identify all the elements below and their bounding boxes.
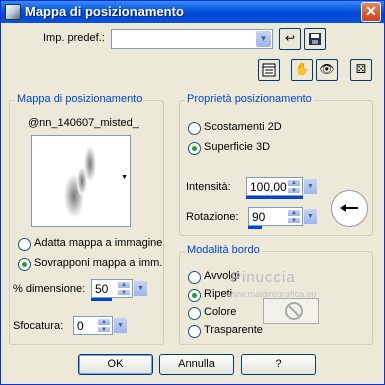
watermark-url: www.maidiregrafica.eu	[226, 289, 317, 299]
dialog-window: Mappa di posizionamento ✕ Imp. predef.: …	[0, 0, 385, 385]
chevron-down-icon[interactable]: ▼	[304, 179, 317, 194]
offset-2d-label[interactable]: Scostamenti 2D	[204, 121, 282, 133]
ok-button[interactable]: OK	[78, 354, 153, 375]
map-name: @nn_140607_misted_	[28, 117, 139, 129]
surface-3d-label[interactable]: Superficie 3D	[204, 141, 270, 153]
chevron-down-icon[interactable]: ▼	[256, 31, 271, 47]
dimension-slider[interactable]	[91, 298, 112, 301]
repeat-radio[interactable]	[188, 289, 201, 302]
dimension-updown[interactable]: ▲ ▼	[117, 281, 131, 296]
offset-2d-radio[interactable]	[188, 122, 201, 135]
rotation-updown[interactable]: ▲ ▼	[287, 209, 301, 224]
preset-combo[interactable]: ▼	[111, 29, 273, 49]
blur-label: Sfocatura:	[13, 320, 64, 332]
map-dropdown-icon[interactable]: ▼	[121, 174, 128, 181]
app-icon	[5, 4, 21, 20]
no-color-icon	[285, 302, 303, 320]
rotation-spinner[interactable]: 90 ▲ ▼ ▼	[248, 207, 317, 226]
intensity-updown[interactable]: ▲ ▼	[287, 179, 301, 194]
help-button[interactable]: ?	[241, 354, 316, 375]
blur-spinner[interactable]: 0 ▲ ▼ ▼	[73, 316, 127, 335]
hand-view-icon[interactable]: ✋	[291, 59, 313, 81]
fit-map-label[interactable]: Adatta mappa a immagine	[34, 237, 162, 249]
intensity-value: 100,00	[250, 180, 287, 194]
watermark-name: Pinuccia	[231, 269, 296, 286]
rotation-slider[interactable]	[248, 226, 262, 229]
dimension-label: % dimensione:	[13, 283, 86, 295]
intensity-label: Intensità:	[186, 181, 231, 193]
dimension-spinner[interactable]: 50 ▲ ▼ ▼	[91, 279, 147, 298]
save-icon[interactable]	[304, 28, 326, 50]
blur-value: 0	[77, 319, 84, 333]
rotation-label: Rotazione:	[186, 211, 239, 223]
blur-updown[interactable]: ▲ ▼	[97, 318, 111, 333]
arrow-left-icon	[340, 204, 358, 212]
close-button[interactable]: ✕	[361, 2, 381, 22]
chevron-down-icon[interactable]: ▼	[304, 209, 317, 224]
tile-map-radio[interactable]	[18, 258, 31, 271]
edge-group-title: Modalità bordo	[185, 244, 262, 256]
wrap-radio[interactable]	[188, 271, 201, 284]
map-group-title: Mappa di posizionamento	[15, 93, 145, 105]
fit-map-radio[interactable]	[18, 238, 31, 251]
dimension-value: 50	[95, 282, 109, 296]
edge-color-swatch[interactable]	[263, 298, 319, 324]
chevron-down-icon[interactable]: ▼	[134, 281, 147, 296]
window-title: Mappa di posizionamento	[25, 4, 184, 19]
reset-arrow-icon[interactable]: ↩	[279, 28, 301, 50]
transparent-label[interactable]: Trasparente	[204, 324, 263, 336]
rotation-value: 90	[252, 210, 266, 224]
cancel-button[interactable]: Annulla	[159, 354, 234, 375]
preset-label: Imp. predef.:	[43, 32, 105, 44]
surface-3d-radio[interactable]	[188, 142, 201, 155]
eye-view-icon[interactable]: 👁	[316, 59, 338, 81]
rotation-dial[interactable]	[331, 190, 368, 227]
chevron-down-icon[interactable]: ▼	[114, 318, 127, 333]
intensity-slider[interactable]	[246, 196, 303, 199]
map-preview[interactable]: ▼	[31, 135, 131, 227]
props-group-title: Proprietà posizionamento	[185, 93, 314, 105]
transparent-radio[interactable]	[188, 325, 201, 338]
color-label[interactable]: Colore	[204, 306, 236, 318]
map-thumbnail	[64, 146, 96, 218]
tile-map-label[interactable]: Sovrapponi mappa a imm.	[34, 257, 162, 269]
dice-icon[interactable]: ⚄	[350, 59, 372, 81]
intensity-spinner[interactable]: 100,00 ▲ ▼ ▼	[246, 177, 317, 196]
color-radio[interactable]	[188, 307, 201, 320]
layout-icon[interactable]	[258, 59, 280, 81]
title-bar[interactable]: Mappa di posizionamento ✕	[1, 1, 384, 23]
